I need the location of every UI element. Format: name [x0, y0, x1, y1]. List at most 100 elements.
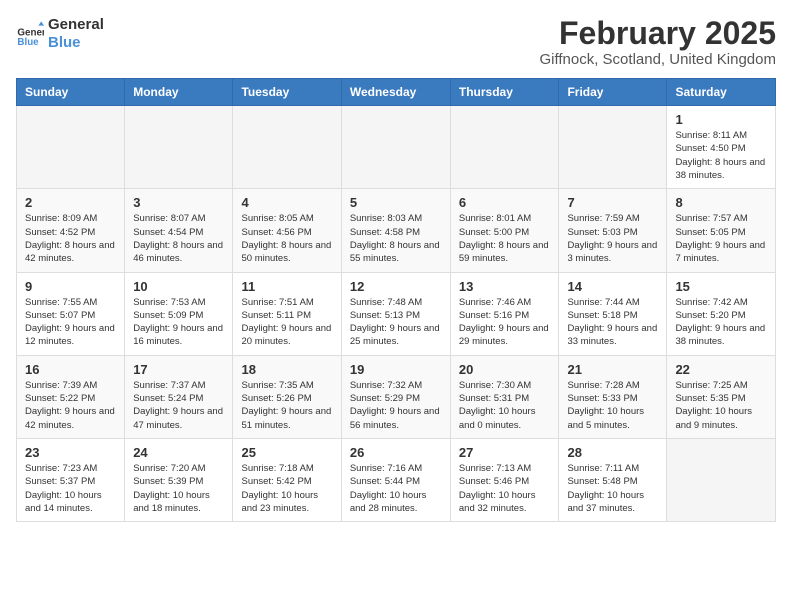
calendar-cell: 9 Sunrise: 7:55 AM Sunset: 5:07 PM Daylig…	[17, 272, 125, 355]
calendar-title: February 2025	[539, 16, 776, 51]
day-info: Sunrise: 7:32 AM Sunset: 5:29 PM Dayligh…	[350, 379, 442, 432]
calendar-week-4: 16 Sunrise: 7:39 AM Sunset: 5:22 PM Dayli…	[17, 355, 776, 438]
day-info: Sunrise: 7:55 AM Sunset: 5:07 PM Dayligh…	[25, 296, 116, 349]
day-number: 16	[25, 362, 116, 377]
calendar-subtitle: Giffnock, Scotland, United Kingdom	[539, 51, 776, 68]
calendar-cell: 7 Sunrise: 7:59 AM Sunset: 5:03 PM Daylig…	[559, 189, 667, 272]
calendar-cell: 15 Sunrise: 7:42 AM Sunset: 5:20 PM Dayli…	[667, 272, 776, 355]
page-header: General Blue General Blue February 2025 …	[16, 16, 776, 68]
day-number: 24	[133, 445, 224, 460]
day-info: Sunrise: 7:46 AM Sunset: 5:16 PM Dayligh…	[459, 296, 551, 349]
day-number: 6	[459, 195, 551, 210]
day-info: Sunrise: 7:11 AM Sunset: 5:48 PM Dayligh…	[567, 462, 658, 515]
day-number: 5	[350, 195, 442, 210]
day-number: 3	[133, 195, 224, 210]
day-info: Sunrise: 7:28 AM Sunset: 5:33 PM Dayligh…	[567, 379, 658, 432]
day-info: Sunrise: 7:39 AM Sunset: 5:22 PM Dayligh…	[25, 379, 116, 432]
calendar-cell: 5 Sunrise: 8:03 AM Sunset: 4:58 PM Daylig…	[341, 189, 450, 272]
calendar-week-3: 9 Sunrise: 7:55 AM Sunset: 5:07 PM Daylig…	[17, 272, 776, 355]
calendar-cell: 8Sunrise: 7:57 AM Sunset: 5:05 PM Daylig…	[667, 189, 776, 272]
day-info: Sunrise: 7:53 AM Sunset: 5:09 PM Dayligh…	[133, 296, 224, 349]
weekday-header-thursday: Thursday	[450, 79, 559, 106]
calendar-cell: 13 Sunrise: 7:46 AM Sunset: 5:16 PM Dayli…	[450, 272, 559, 355]
day-info: Sunrise: 7:13 AM Sunset: 5:46 PM Dayligh…	[459, 462, 551, 515]
logo-blue: Blue	[48, 34, 104, 52]
calendar-cell: 25 Sunrise: 7:18 AM Sunset: 5:42 PM Dayli…	[233, 438, 341, 521]
day-number: 15	[675, 279, 767, 294]
day-info: Sunrise: 8:11 AM Sunset: 4:50 PM Dayligh…	[675, 129, 767, 182]
logo-icon: General Blue	[16, 20, 44, 48]
weekday-header-sunday: Sunday	[17, 79, 125, 106]
day-number: 25	[241, 445, 332, 460]
day-number: 26	[350, 445, 442, 460]
calendar-cell	[667, 438, 776, 521]
calendar-cell: 3 Sunrise: 8:07 AM Sunset: 4:54 PM Daylig…	[125, 189, 233, 272]
day-info: Sunrise: 7:44 AM Sunset: 5:18 PM Dayligh…	[567, 296, 658, 349]
calendar-cell: 6 Sunrise: 8:01 AM Sunset: 5:00 PM Daylig…	[450, 189, 559, 272]
calendar-cell: 16 Sunrise: 7:39 AM Sunset: 5:22 PM Dayli…	[17, 355, 125, 438]
day-info: Sunrise: 7:20 AM Sunset: 5:39 PM Dayligh…	[133, 462, 224, 515]
day-info: Sunrise: 7:18 AM Sunset: 5:42 PM Dayligh…	[241, 462, 332, 515]
day-number: 14	[567, 279, 658, 294]
logo: General Blue General Blue	[16, 16, 104, 52]
day-number: 18	[241, 362, 332, 377]
day-number: 23	[25, 445, 116, 460]
day-info: Sunrise: 7:37 AM Sunset: 5:24 PM Dayligh…	[133, 379, 224, 432]
calendar-cell: 18Sunrise: 7:35 AM Sunset: 5:26 PM Dayli…	[233, 355, 341, 438]
calendar-week-2: 2Sunrise: 8:09 AM Sunset: 4:52 PM Daylig…	[17, 189, 776, 272]
calendar-cell	[341, 106, 450, 189]
calendar-cell: 10 Sunrise: 7:53 AM Sunset: 5:09 PM Dayli…	[125, 272, 233, 355]
calendar-cell: 28Sunrise: 7:11 AM Sunset: 5:48 PM Dayli…	[559, 438, 667, 521]
calendar-cell: 4 Sunrise: 8:05 AM Sunset: 4:56 PM Daylig…	[233, 189, 341, 272]
day-info: Sunrise: 8:05 AM Sunset: 4:56 PM Dayligh…	[241, 212, 332, 265]
weekday-header-tuesday: Tuesday	[233, 79, 341, 106]
calendar-cell: 12 Sunrise: 7:48 AM Sunset: 5:13 PM Dayli…	[341, 272, 450, 355]
day-info: Sunrise: 8:07 AM Sunset: 4:54 PM Dayligh…	[133, 212, 224, 265]
day-info: Sunrise: 7:59 AM Sunset: 5:03 PM Dayligh…	[567, 212, 658, 265]
day-number: 1	[675, 112, 767, 127]
calendar-cell: 24 Sunrise: 7:20 AM Sunset: 5:39 PM Dayli…	[125, 438, 233, 521]
weekday-header-wednesday: Wednesday	[341, 79, 450, 106]
day-number: 13	[459, 279, 551, 294]
calendar-cell: 17 Sunrise: 7:37 AM Sunset: 5:24 PM Dayli…	[125, 355, 233, 438]
calendar-cell: 22 Sunrise: 7:25 AM Sunset: 5:35 PM Dayli…	[667, 355, 776, 438]
day-info: Sunrise: 7:30 AM Sunset: 5:31 PM Dayligh…	[459, 379, 551, 432]
calendar-cell: 21 Sunrise: 7:28 AM Sunset: 5:33 PM Dayli…	[559, 355, 667, 438]
calendar-cell: 11 Sunrise: 7:51 AM Sunset: 5:11 PM Dayli…	[233, 272, 341, 355]
calendar-cell: 27Sunrise: 7:13 AM Sunset: 5:46 PM Dayli…	[450, 438, 559, 521]
weekday-header-monday: Monday	[125, 79, 233, 106]
calendar-cell	[233, 106, 341, 189]
day-info: Sunrise: 8:01 AM Sunset: 5:00 PM Dayligh…	[459, 212, 551, 265]
day-info: Sunrise: 7:51 AM Sunset: 5:11 PM Dayligh…	[241, 296, 332, 349]
calendar-week-1: 1 Sunrise: 8:11 AM Sunset: 4:50 PM Daylig…	[17, 106, 776, 189]
calendar-header-row: SundayMondayTuesdayWednesdayThursdayFrid…	[17, 79, 776, 106]
day-number: 10	[133, 279, 224, 294]
day-info: Sunrise: 7:23 AM Sunset: 5:37 PM Dayligh…	[25, 462, 116, 515]
day-number: 2	[25, 195, 116, 210]
day-info: Sunrise: 7:16 AM Sunset: 5:44 PM Dayligh…	[350, 462, 442, 515]
day-info: Sunrise: 8:03 AM Sunset: 4:58 PM Dayligh…	[350, 212, 442, 265]
calendar-cell: 26 Sunrise: 7:16 AM Sunset: 5:44 PM Dayli…	[341, 438, 450, 521]
day-info: Sunrise: 7:25 AM Sunset: 5:35 PM Dayligh…	[675, 379, 767, 432]
day-info: Sunrise: 7:42 AM Sunset: 5:20 PM Dayligh…	[675, 296, 767, 349]
calendar-cell: 20Sunrise: 7:30 AM Sunset: 5:31 PM Dayli…	[450, 355, 559, 438]
svg-text:Blue: Blue	[17, 37, 39, 48]
day-number: 7	[567, 195, 658, 210]
calendar-cell: 23 Sunrise: 7:23 AM Sunset: 5:37 PM Dayli…	[17, 438, 125, 521]
calendar-week-5: 23 Sunrise: 7:23 AM Sunset: 5:37 PM Dayli…	[17, 438, 776, 521]
calendar-cell: 14 Sunrise: 7:44 AM Sunset: 5:18 PM Dayli…	[559, 272, 667, 355]
day-number: 11	[241, 279, 332, 294]
calendar-table: SundayMondayTuesdayWednesdayThursdayFrid…	[16, 78, 776, 522]
day-number: 17	[133, 362, 224, 377]
day-number: 22	[675, 362, 767, 377]
calendar-cell	[125, 106, 233, 189]
day-info: Sunrise: 7:48 AM Sunset: 5:13 PM Dayligh…	[350, 296, 442, 349]
calendar-cell: 2Sunrise: 8:09 AM Sunset: 4:52 PM Daylig…	[17, 189, 125, 272]
weekday-header-saturday: Saturday	[667, 79, 776, 106]
day-number: 12	[350, 279, 442, 294]
calendar-cell	[559, 106, 667, 189]
day-number: 4	[241, 195, 332, 210]
day-number: 21	[567, 362, 658, 377]
day-number: 9	[25, 279, 116, 294]
calendar-cell: 19Sunrise: 7:32 AM Sunset: 5:29 PM Dayli…	[341, 355, 450, 438]
